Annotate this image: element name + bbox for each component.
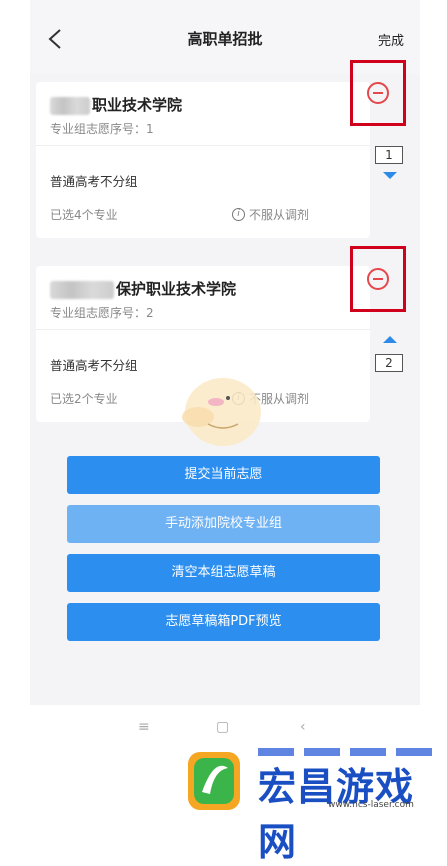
redacted-name bbox=[50, 96, 90, 115]
group-type: 普通高考不分组 bbox=[50, 358, 138, 373]
selected-majors: 已选4个专业 bbox=[50, 208, 118, 222]
card-header: 职业技术学院 专业组志愿序号：1 bbox=[36, 82, 370, 146]
watermark-logo bbox=[188, 752, 240, 810]
menu-icon[interactable]: ≡ bbox=[138, 719, 150, 735]
selected-majors: 已选2个专业 bbox=[50, 392, 118, 406]
volunteer-card-1[interactable]: 职业技术学院 专业组志愿序号：1 普通高考不分组 已选4个专业 i 不服从调剂 bbox=[36, 82, 370, 238]
redacted-name bbox=[50, 280, 114, 299]
watermark-bar bbox=[258, 748, 438, 756]
watermark-url: www.hcs-laser.com bbox=[328, 800, 414, 810]
remove-highlight-2 bbox=[350, 246, 406, 312]
remove-circle-icon[interactable] bbox=[367, 82, 389, 104]
info-icon: i bbox=[232, 208, 245, 221]
card-header: 保护职业技术学院 专业组志愿序号：2 bbox=[36, 266, 370, 330]
school-name: 保护职业技术学院 bbox=[50, 278, 236, 299]
pdf-preview-button[interactable]: 志愿草稿箱PDF预览 bbox=[67, 603, 380, 641]
system-nav-bar: ≡ ▢ ‹ bbox=[0, 705, 447, 749]
page-title: 高职单招批 bbox=[187, 30, 263, 48]
no-adjust-option[interactable]: i 不服从调剂 bbox=[232, 206, 309, 223]
back-icon[interactable]: ‹ bbox=[300, 719, 306, 735]
group-seq-label: 专业组志愿序号：1 bbox=[50, 122, 154, 136]
remove-highlight-1 bbox=[350, 60, 406, 126]
move-down-icon[interactable] bbox=[383, 172, 397, 179]
move-up-icon[interactable] bbox=[383, 336, 397, 343]
submit-button[interactable]: 提交当前志愿 bbox=[67, 456, 380, 494]
app-screen: 高职单招批 完成 职业技术学院 专业组志愿序号：1 普通高考不分组 已选4个专业… bbox=[30, 0, 420, 705]
school-name: 职业技术学院 bbox=[50, 94, 182, 115]
group-type: 普通高考不分组 bbox=[50, 174, 138, 189]
rank-box-2[interactable]: 2 bbox=[375, 354, 403, 372]
rank-box-1[interactable]: 1 bbox=[375, 146, 403, 164]
remove-circle-icon[interactable] bbox=[367, 268, 389, 290]
home-icon[interactable]: ▢ bbox=[216, 719, 229, 735]
group-seq-label: 专业组志愿序号：2 bbox=[50, 306, 154, 320]
clear-draft-button[interactable]: 清空本组志愿草稿 bbox=[67, 554, 380, 592]
watermark-mascot bbox=[182, 378, 261, 446]
add-group-button[interactable]: 手动添加院校专业组 bbox=[67, 505, 380, 543]
done-button[interactable]: 完成 bbox=[378, 30, 404, 49]
watermark-brand: 宏昌游戏网 bbox=[258, 765, 415, 864]
